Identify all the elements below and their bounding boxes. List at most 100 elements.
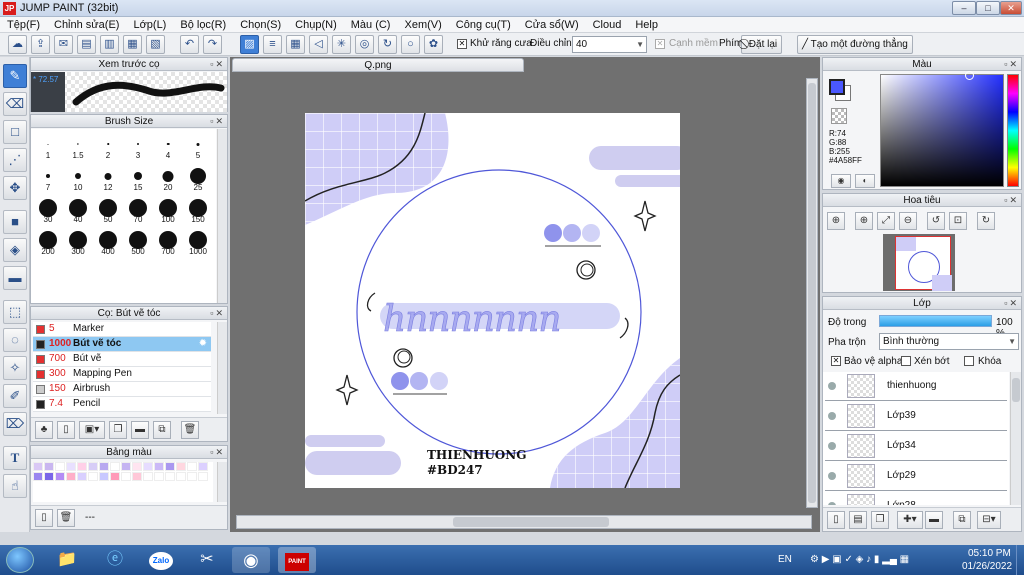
palette-swatch[interactable] (143, 472, 153, 481)
redo-icon[interactable]: ↷ (203, 35, 222, 54)
antialias-checkbox[interactable]: ✕ (457, 39, 467, 49)
select-pen-tool-icon[interactable]: ✐ (3, 384, 27, 408)
cloud-icon[interactable]: ☁ (8, 35, 27, 54)
hatch-icon[interactable]: ▨ (240, 35, 259, 54)
rotate-right-icon[interactable]: ↻ (977, 212, 995, 230)
brush-size-option[interactable]: 15 (123, 163, 153, 193)
merge-icon[interactable]: ⊟▾ (977, 511, 1001, 529)
copy-brush-icon[interactable]: ❐ (109, 421, 127, 439)
text-tool-icon[interactable]: T (3, 446, 27, 470)
edge-checkbox[interactable]: ✕ (655, 39, 665, 49)
palette-swatch[interactable] (176, 462, 186, 471)
menu-file[interactable]: Tệp(F) (0, 17, 47, 33)
gear-icon[interactable]: ✿ (424, 35, 443, 54)
palette-swatch[interactable] (198, 472, 208, 481)
rect-select-tool-icon[interactable]: □ (3, 120, 27, 144)
layer-row[interactable]: Lớp29 (825, 462, 1007, 491)
brush-size-option[interactable]: 70 (123, 195, 153, 225)
palette-swatch[interactable] (154, 472, 164, 481)
rotate-left-icon[interactable]: ↺ (927, 212, 945, 230)
brush-size-option[interactable]: 3 (123, 131, 153, 161)
note-icon[interactable]: ▤ (77, 35, 96, 54)
menu-filter[interactable]: Bộ lọc(R) (173, 17, 233, 33)
transparent-swatch[interactable] (831, 108, 847, 124)
foreground-color-swatch[interactable] (829, 79, 845, 95)
panel-buttons-icon[interactable]: ▫✕ (1004, 195, 1019, 206)
trash-icon[interactable]: 🗑 (181, 421, 199, 439)
palette-scrollbar[interactable] (217, 462, 227, 502)
palette-swatch[interactable] (110, 472, 120, 481)
new-text-layer-icon[interactable]: ▤ (849, 511, 867, 529)
brush-settings-icon[interactable]: ♣ (35, 421, 53, 439)
navigator-preview[interactable] (883, 234, 955, 291)
menu-select[interactable]: Chọn(S) (233, 17, 288, 33)
fit-icon[interactable]: ⤢ (877, 212, 895, 230)
brush-size-option[interactable]: 10 (63, 163, 93, 193)
curve-icon[interactable]: ↻ (378, 35, 397, 54)
palette-swatch[interactable] (132, 462, 142, 471)
straight-line-button[interactable]: ╱ Tạo một đường thẳng (797, 35, 913, 54)
snipping-tool-icon[interactable]: ✂ (188, 547, 226, 573)
copy-layer-icon[interactable]: ❐ (871, 511, 889, 529)
panel-buttons-icon[interactable]: ▫✕ (210, 59, 225, 70)
palette-swatch[interactable] (55, 472, 65, 481)
palette-swatch[interactable] (88, 472, 98, 481)
select-eraser-tool-icon[interactable]: ⌦ (3, 412, 27, 436)
share-icon[interactable]: ⇪ (31, 35, 50, 54)
minimize-button[interactable]: – (952, 1, 976, 15)
layer-row[interactable]: Lớp28 (825, 492, 1007, 505)
palette-swatch[interactable] (44, 462, 54, 471)
palette-swatch[interactable] (33, 462, 43, 471)
lasso-tool-icon[interactable]: ◌ (3, 328, 27, 352)
ie-icon[interactable]: ⓔ (96, 547, 134, 573)
menu-edit[interactable]: Chỉnh sửa(E) (47, 17, 126, 33)
hue-slider[interactable] (1007, 74, 1019, 187)
brush-item[interactable]: 1000 Bút vẽ tóc ✹ (33, 337, 211, 352)
add-layer-menu-icon[interactable]: ✚▾ (897, 511, 923, 529)
brush-size-option[interactable]: 50 (93, 195, 123, 225)
zoom-icon[interactable]: ⊕ (827, 212, 845, 230)
circle-ruler-icon[interactable]: ○ (401, 35, 420, 54)
language-indicator[interactable]: EN (778, 554, 792, 565)
brush-item[interactable]: 7.4 Pencil (33, 397, 211, 412)
layer-row[interactable]: Lớp34 (825, 432, 1007, 461)
new-brush-icon[interactable]: ▯ (57, 421, 75, 439)
start-button[interactable] (6, 547, 34, 573)
zoom-in-icon[interactable]: ⊕ (855, 212, 873, 230)
brush-type-icon[interactable]: ▣▾ (79, 421, 105, 439)
brush-tool-icon[interactable]: ✎ (3, 64, 27, 88)
brush-size-option[interactable]: 700 (153, 227, 183, 257)
brush-size-option[interactable]: 300 (63, 227, 93, 257)
panel-buttons-icon[interactable]: ▫✕ (210, 447, 225, 458)
brush-size-option[interactable]: 5 (183, 131, 213, 161)
comment-icon[interactable]: ✉ (54, 35, 73, 54)
color-picker-handle[interactable] (965, 71, 974, 80)
show-desktop-button[interactable] (1016, 545, 1024, 575)
visibility-icon[interactable] (828, 472, 836, 480)
color-saturation-field[interactable] (880, 71, 1004, 187)
palette-swatch[interactable] (99, 462, 109, 471)
palette-swatch[interactable] (187, 462, 197, 471)
brush-size-option[interactable]: 12 (93, 163, 123, 193)
brush-size-option[interactable]: 1000 (183, 227, 213, 257)
palette-swatch[interactable] (198, 462, 208, 471)
chrome-icon[interactable]: ◉ (232, 547, 270, 573)
undo-icon[interactable]: ↶ (180, 35, 199, 54)
menu-capture[interactable]: Chụp(N) (288, 17, 344, 33)
palette-swatch[interactable] (143, 462, 153, 471)
brush-size-option[interactable]: 200 (33, 227, 63, 257)
canvas-horizontal-scrollbar[interactable] (236, 515, 812, 529)
maximize-button[interactable]: □ (976, 1, 1000, 15)
visibility-icon[interactable] (828, 442, 836, 450)
adjust-combo[interactable]: 40 ▼ (572, 36, 647, 53)
opacity-slider[interactable] (879, 315, 992, 327)
brush-size-option[interactable]: 20 (153, 163, 183, 193)
duplicate-icon[interactable]: ⧉ (953, 511, 971, 529)
new-layer-icon[interactable]: ▯ (827, 511, 845, 529)
palette-swatch[interactable] (165, 462, 175, 471)
menu-help[interactable]: Help (628, 17, 665, 33)
brush-size-option[interactable]: 30 (33, 195, 63, 225)
zalo-app[interactable]: Zalo (142, 547, 180, 573)
menu-tools[interactable]: Công cụ(T) (449, 17, 518, 33)
layer-row[interactable]: thienhuong (825, 372, 1007, 401)
